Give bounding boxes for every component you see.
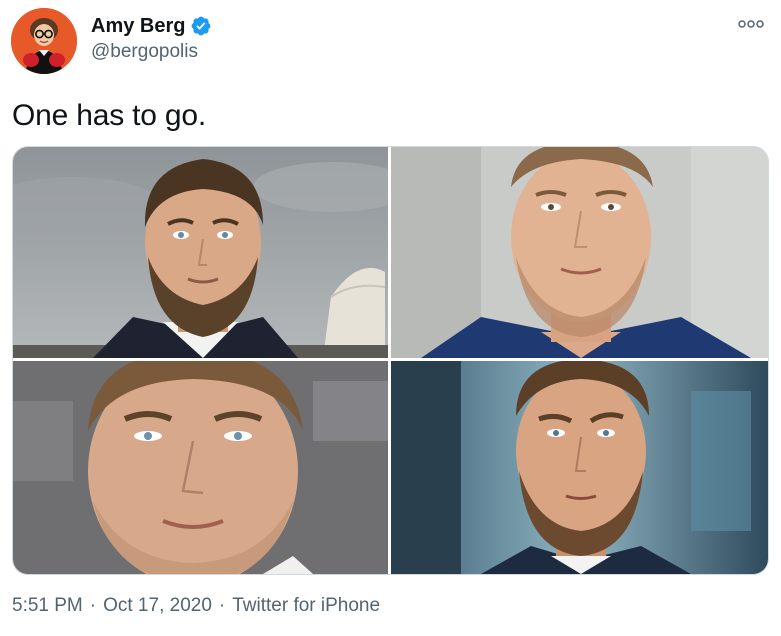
photo-top-right[interactable] <box>391 147 768 358</box>
photo-bottom-right[interactable] <box>391 361 768 574</box>
author-name-row: Amy Berg <box>91 12 212 40</box>
tweet-date[interactable]: Oct 17, 2020 <box>103 595 212 617</box>
tweet-footer: 5:51 PM · Oct 17, 2020 · Twitter for iPh… <box>12 595 380 617</box>
more-options-button[interactable] <box>733 14 769 34</box>
avatar[interactable] <box>11 8 77 74</box>
media-grid <box>12 146 769 575</box>
verified-badge-icon <box>190 15 212 37</box>
avatar-photo-icon <box>11 8 77 74</box>
tweet-card: Amy Berg @bergopolis One has to go. 5:51… <box>0 0 781 636</box>
author-handle[interactable]: @bergopolis <box>91 41 198 63</box>
tweet-source[interactable]: Twitter for iPhone <box>232 595 380 617</box>
more-options-icon <box>738 20 764 28</box>
footer-separator: · <box>89 595 97 616</box>
tweet-time[interactable]: 5:51 PM <box>12 595 83 617</box>
author-display-name[interactable]: Amy Berg <box>91 15 185 38</box>
footer-separator: · <box>218 595 226 616</box>
photo-top-left[interactable] <box>13 147 388 358</box>
photo-bottom-left[interactable] <box>13 361 388 574</box>
tweet-text: One has to go. <box>12 99 207 132</box>
